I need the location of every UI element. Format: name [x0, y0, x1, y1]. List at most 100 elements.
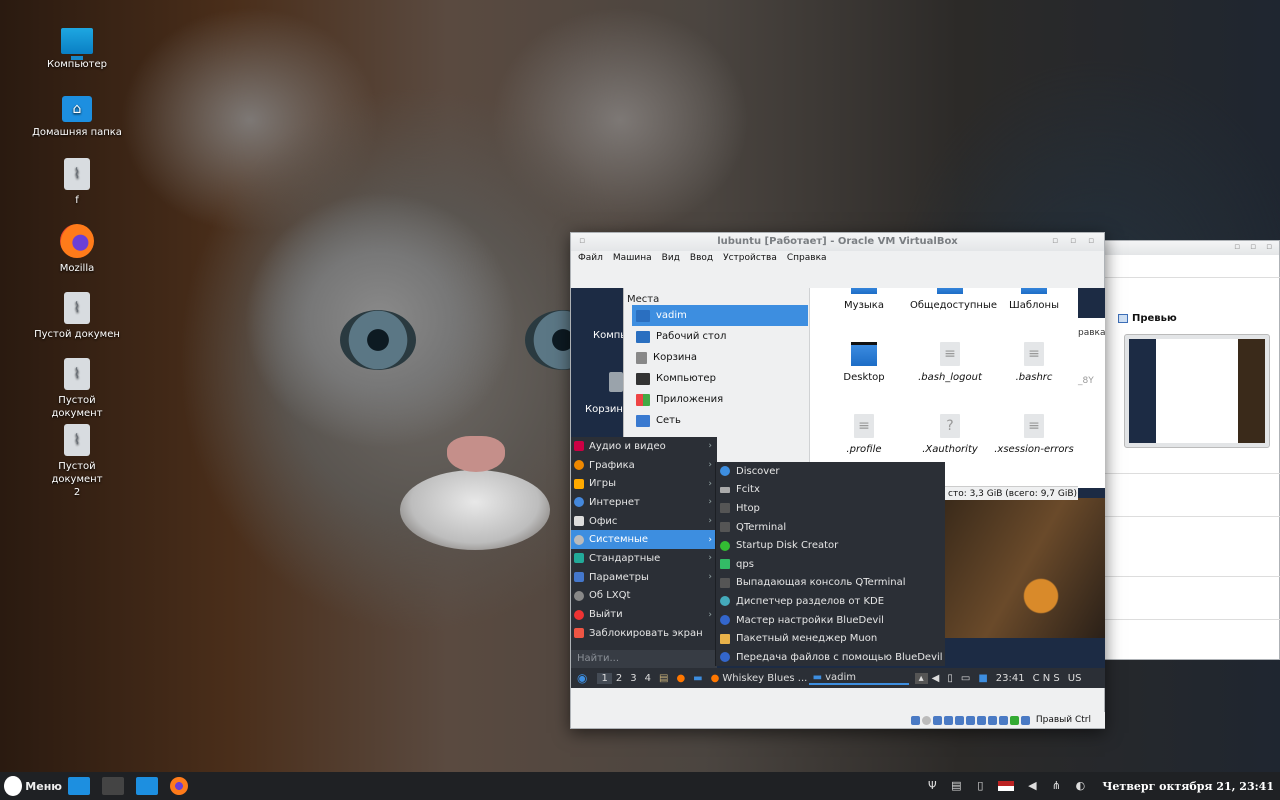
- desktop-icon-empty-doc[interactable]: ⌇ Пустой докумен: [32, 292, 122, 341]
- network-icon[interactable]: ⋔: [1050, 780, 1062, 792]
- update-icon[interactable]: ■: [974, 673, 991, 684]
- firefox-icon[interactable]: [170, 777, 188, 795]
- lubuntu-logo-icon[interactable]: ◉: [571, 671, 591, 685]
- file-manager-icon[interactable]: [68, 777, 90, 795]
- audio-status-icon[interactable]: [932, 715, 942, 725]
- submenu-dropdown-terminal[interactable]: Выпадающая консоль QTerminal: [716, 574, 945, 593]
- show-desktop-icon[interactable]: ▬: [689, 673, 706, 684]
- place-network[interactable]: Сеть: [632, 410, 808, 431]
- window-menu-icon[interactable]: ▫: [577, 236, 587, 246]
- us-flag-icon[interactable]: [998, 781, 1015, 791]
- clipboard-icon[interactable]: ▯: [943, 673, 957, 684]
- submenu-qps[interactable]: qps: [716, 555, 945, 574]
- folder-icon[interactable]: [136, 777, 158, 795]
- submenu-htop[interactable]: Htop: [716, 499, 945, 518]
- file-item[interactable]: ≡ .xsession-errors: [994, 414, 1074, 456]
- place-computer[interactable]: Компьютер: [632, 368, 808, 389]
- menu-help[interactable]: Справка: [787, 251, 827, 266]
- background-window[interactable]: ▫ ▫ ▫ Превью: [1103, 240, 1280, 660]
- power-icon[interactable]: ◐: [1074, 780, 1086, 792]
- display-status-icon[interactable]: [976, 715, 986, 725]
- close-icon[interactable]: ▫: [1266, 242, 1272, 252]
- submenu-bluedevil-send[interactable]: Передача файлов с помощью BlueDevil: [716, 648, 945, 667]
- virtualbox-window[interactable]: ▫ lubuntu [Работает] - Oracle VM Virtual…: [570, 232, 1105, 729]
- guest-screen[interactable]: Компь Корзина Места vadim Рабочий стол К…: [571, 288, 1105, 688]
- keyboard-layout[interactable]: US: [1064, 673, 1086, 684]
- file-item[interactable]: Desktop: [824, 342, 904, 384]
- file-item[interactable]: Музыка: [824, 288, 904, 312]
- volume-icon[interactable]: ◀: [928, 673, 944, 684]
- menu-accessories[interactable]: Стандартные ›: [571, 549, 717, 568]
- usb-status-icon[interactable]: [954, 715, 964, 725]
- taskbar-item-vadim[interactable]: ▬ vadim: [808, 672, 909, 685]
- optical-status-icon[interactable]: [921, 715, 931, 725]
- submenu-qterminal[interactable]: QTerminal: [716, 518, 945, 537]
- desktop-icon-home[interactable]: ⌂ Домашняя папка: [32, 92, 122, 139]
- file-item[interactable]: ≡ .bashrc: [994, 342, 1074, 384]
- menu-file[interactable]: Файл: [578, 251, 603, 266]
- menu-input[interactable]: Ввод: [690, 251, 713, 266]
- clipboard-icon[interactable]: ▯: [974, 780, 986, 792]
- menu-graphics[interactable]: Графика ›: [571, 456, 717, 475]
- terminal-icon[interactable]: [102, 777, 124, 795]
- host-clock[interactable]: Четверг октября 21, 23:41: [1102, 780, 1274, 793]
- guest-clock[interactable]: 23:41: [992, 673, 1029, 684]
- place-trash[interactable]: Корзина: [632, 347, 808, 368]
- shared-folder-icon[interactable]: [965, 715, 975, 725]
- desktop-switch-3[interactable]: 3: [626, 673, 640, 684]
- menu-office[interactable]: Офис ›: [571, 512, 717, 531]
- mouse-integration-icon[interactable]: [1009, 715, 1019, 725]
- menu-internet[interactable]: Интернет ›: [571, 493, 717, 512]
- file-manager-launcher-icon[interactable]: ▤: [655, 673, 672, 684]
- file-item[interactable]: ≡ .bash_logout: [910, 342, 990, 384]
- desktop-icon-f[interactable]: ⌇ f: [32, 158, 122, 207]
- menu-search-input[interactable]: Найти...: [571, 650, 717, 668]
- submenu-fcitx[interactable]: Fcitx: [716, 481, 945, 500]
- menu-audio-video[interactable]: Аудио и видео ›: [571, 437, 717, 456]
- menu-logout[interactable]: Выйти ›: [571, 605, 717, 624]
- place-applications[interactable]: Приложения: [632, 389, 808, 410]
- submenu-bluedevil-wizard[interactable]: Мастер настройки BlueDevil: [716, 611, 945, 630]
- volume-icon[interactable]: ◀: [1026, 780, 1038, 792]
- menu-settings[interactable]: Параметры ›: [571, 568, 717, 587]
- maximize-icon[interactable]: ▫: [1250, 242, 1256, 252]
- file-item[interactable]: ≡ .profile: [824, 414, 904, 456]
- file-item[interactable]: ? .Xauthority: [910, 414, 990, 456]
- background-window-titlebar[interactable]: ▫ ▫ ▫: [1104, 241, 1279, 255]
- menu-games[interactable]: Игры ›: [571, 474, 717, 493]
- desktop-switch-1[interactable]: 1: [597, 672, 612, 684]
- menu-about-lxqt[interactable]: Об LXQt: [571, 587, 717, 606]
- monitor-icon[interactable]: ▭: [957, 673, 974, 684]
- printer-icon[interactable]: ▤: [950, 780, 962, 792]
- file-item[interactable]: Общедоступные: [910, 288, 997, 312]
- guest-desktop-computer[interactable]: Компь: [593, 330, 626, 341]
- close-icon[interactable]: ▫: [1086, 236, 1096, 246]
- tray-arrow-icon[interactable]: ▴: [914, 672, 928, 684]
- desktop-switch-2[interactable]: 2: [612, 673, 626, 684]
- desktop-icon-empty-doc-2[interactable]: ⌇ Пустой документ: [32, 358, 122, 420]
- network-status-icon[interactable]: [943, 715, 953, 725]
- usb-icon[interactable]: Ψ: [926, 780, 938, 792]
- menu-lock-screen[interactable]: Заблокировать экран: [571, 624, 717, 643]
- minimize-icon[interactable]: ▫: [1050, 236, 1060, 246]
- submenu-partition-manager[interactable]: Диспетчер разделов от KDE: [716, 592, 945, 611]
- menu-devices[interactable]: Устройства: [723, 251, 777, 266]
- menu-view[interactable]: Вид: [662, 251, 680, 266]
- desktop-icon-empty-doc-3[interactable]: ⌇ Пустой документ 2: [32, 424, 122, 499]
- submenu-discover[interactable]: Discover: [716, 462, 945, 481]
- recording-status-icon[interactable]: [987, 715, 997, 725]
- place-desktop[interactable]: Рабочий стол: [632, 326, 808, 347]
- cpu-status-icon[interactable]: [998, 715, 1008, 725]
- maximize-icon[interactable]: ▫: [1068, 236, 1078, 246]
- host-key-icon[interactable]: [1020, 715, 1030, 725]
- submenu-startup-disk[interactable]: Startup Disk Creator: [716, 536, 945, 555]
- menu-machine[interactable]: Машина: [613, 251, 652, 266]
- minimize-icon[interactable]: ▫: [1234, 242, 1240, 252]
- disk-status-icon[interactable]: [910, 715, 920, 725]
- place-home[interactable]: vadim: [632, 305, 808, 326]
- firefox-launcher-icon[interactable]: ●: [672, 673, 689, 684]
- menu-system[interactable]: Системные ›: [571, 530, 717, 550]
- file-item[interactable]: Шаблоны: [994, 288, 1074, 312]
- desktop-icon-mozilla[interactable]: Mozilla: [32, 224, 122, 275]
- start-menu-button[interactable]: Меню: [0, 776, 62, 796]
